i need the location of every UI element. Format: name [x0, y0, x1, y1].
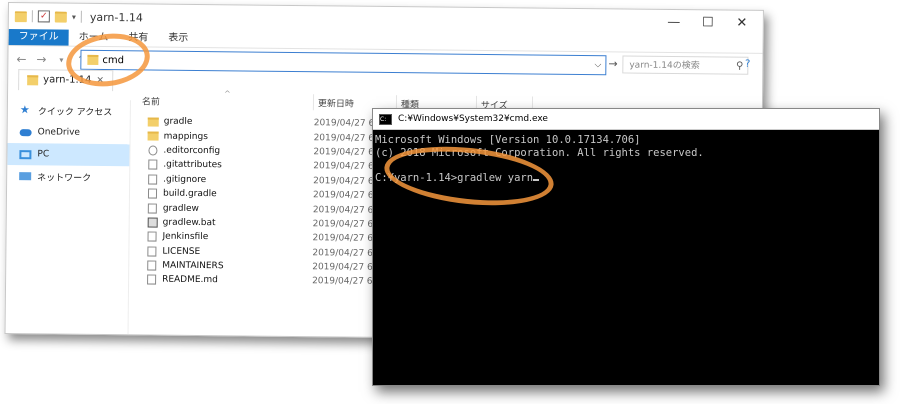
file-name: .gitattributes: [163, 159, 222, 171]
chevron-down-icon[interactable]: ⌵: [594, 60, 601, 70]
folder-icon: [147, 131, 159, 141]
folder-icon: [147, 117, 159, 127]
console-prompt: C:¥yarn-1.14>gradlew yarn: [375, 171, 534, 184]
minimize-button[interactable]: —: [657, 10, 691, 36]
sidebar-item-label: クイック アクセス: [37, 106, 113, 118]
sidebar-item-pc[interactable]: PC: [7, 143, 130, 167]
tab-file[interactable]: ファイル: [8, 29, 69, 46]
tab-home[interactable]: ホーム: [69, 30, 119, 47]
file-icon: [147, 246, 157, 257]
folder-tab-label: yarn-1.14: [43, 74, 92, 86]
markdown-file-icon: [147, 274, 157, 286]
column-header-date[interactable]: 更新日時: [318, 96, 354, 109]
new-folder-icon[interactable]: [54, 10, 67, 23]
cmd-title-bar: C: C:¥Windows¥System32¥cmd.exe: [373, 109, 879, 130]
network-icon: [19, 172, 32, 181]
command-prompt-window: C: C:¥Windows¥System32¥cmd.exe Microsoft…: [372, 108, 880, 386]
sidebar-item-quick-access[interactable]: ★ クイック アクセス: [8, 99, 130, 122]
computer-icon: [19, 149, 32, 159]
file-icon: [147, 188, 158, 199]
sort-up-icon: ^: [224, 89, 231, 99]
file-name: README.md: [162, 275, 218, 286]
address-input[interactable]: cmd: [102, 54, 124, 65]
close-button[interactable]: ✕: [725, 11, 759, 37]
sidebar-item-label: OneDrive: [37, 127, 81, 138]
folder-tab-strip: yarn-1.14 ✕: [18, 68, 114, 91]
divider: [80, 10, 82, 23]
go-arrow-icon[interactable]: →: [608, 57, 617, 70]
star-icon: ★: [19, 103, 30, 117]
file-list: gradle 2019/04/27 6:40 mappings 2019/04/27…: [136, 114, 398, 289]
maximize-button[interactable]: ☐: [691, 10, 725, 36]
properties-check-icon[interactable]: ✓: [37, 10, 50, 23]
back-arrow-icon[interactable]: ←: [14, 52, 28, 66]
search-placeholder: yarn-1.14の検索: [629, 60, 700, 72]
console-line: (c) 2018 Microsoft Corporation. All righ…: [375, 146, 704, 159]
search-icon[interactable]: ⚲: [736, 58, 744, 76]
console-line: Microsoft Windows [Version 10.0.17134.70…: [375, 134, 641, 146]
cmd-window-title: C:¥Windows¥System32¥cmd.exe: [398, 114, 548, 124]
cloud-icon: [19, 128, 32, 136]
sidebar-item-label: ネットワーク: [37, 172, 92, 184]
file-icon: [147, 231, 157, 242]
quick-access-toolbar: ✓ ▾: [9, 10, 82, 23]
forward-arrow-icon[interactable]: →: [34, 52, 48, 66]
batch-file-icon: [147, 217, 158, 228]
text-cursor: [533, 178, 540, 181]
folder-icon: [27, 74, 39, 85]
tab-view[interactable]: 表示: [158, 31, 198, 47]
folder-icon[interactable]: [14, 10, 27, 22]
file-name: .editorconfig: [163, 145, 221, 157]
navigation-pane: ★ クイック アクセス OneDrive PC ネットワーク: [5, 99, 131, 335]
column-header-name[interactable]: 名前: [142, 94, 160, 107]
file-icon: [147, 203, 157, 214]
divider: [312, 94, 315, 111]
recent-locations-icon[interactable]: ▾: [54, 55, 68, 64]
file-name: gradle: [163, 116, 193, 128]
tab-share[interactable]: 共有: [118, 30, 158, 46]
file-name: Jenkinsfile: [162, 231, 209, 243]
window-controls: — ☐ ✕: [657, 10, 759, 37]
console-output[interactable]: Microsoft Windows [Version 10.0.17134.70…: [373, 130, 879, 188]
window-title: yarn-1.14: [89, 10, 143, 24]
file-name: .gitignore: [163, 174, 207, 185]
file-icon: [148, 174, 158, 185]
file-icon: [147, 260, 157, 271]
file-icon: [148, 159, 158, 170]
settings-file-icon: [148, 145, 158, 156]
file-name: mappings: [163, 131, 208, 142]
folder-tab[interactable]: yarn-1.14 ✕: [18, 68, 114, 91]
sidebar-item-label: PC: [37, 149, 50, 160]
close-icon[interactable]: ✕: [96, 75, 104, 85]
list-item[interactable]: README.md 2019/04/27 6:40: [136, 273, 396, 290]
customize-toolbar-arrow-icon[interactable]: ▾: [72, 12, 76, 21]
sidebar-item-network[interactable]: ネットワーク: [7, 165, 129, 188]
console-icon: C:: [379, 113, 392, 125]
search-box[interactable]: yarn-1.14の検索 ⚲: [622, 55, 749, 76]
file-name: gradlew: [162, 203, 199, 214]
divider: [31, 10, 33, 23]
help-icon[interactable]: ?: [745, 59, 750, 70]
file-name: LICENSE: [162, 246, 201, 257]
file-name: gradlew.bat: [162, 217, 216, 229]
sidebar-item-onedrive[interactable]: OneDrive: [8, 121, 130, 144]
folder-icon: [87, 54, 99, 65]
file-name: MAINTAINERS: [162, 260, 224, 272]
file-name: build.gradle: [162, 188, 217, 200]
